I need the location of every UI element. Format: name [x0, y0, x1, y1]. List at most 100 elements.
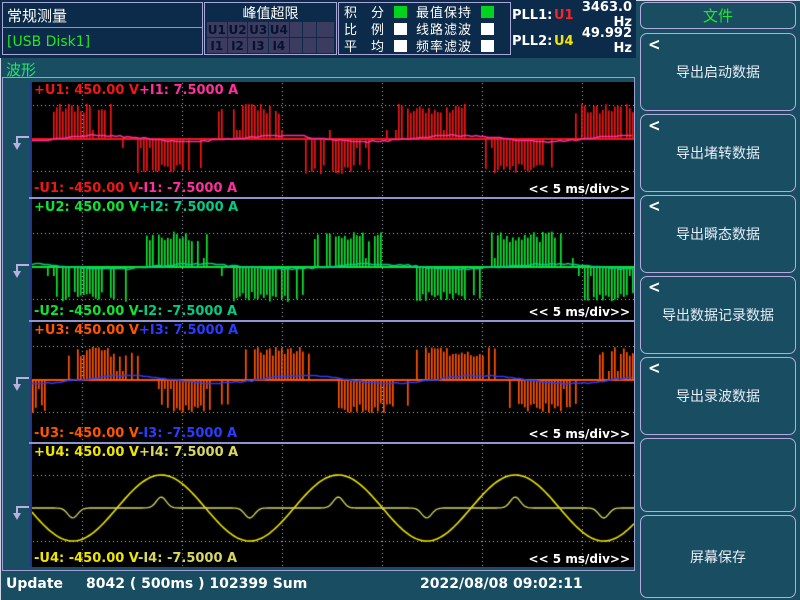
peak-cell-u2: U2: [228, 22, 248, 37]
average-checkbox[interactable]: [394, 40, 407, 52]
back-arrow-icon: <: [648, 115, 661, 136]
i1-plus-scale: +I1: 7.5000 A: [139, 83, 238, 98]
screen-save-button[interactable]: 屏幕保存: [640, 515, 796, 598]
i2-plus-scale: +I2: 7.5000 A: [139, 200, 238, 215]
back-arrow-icon: <: [648, 196, 661, 217]
channel-4-waveform-canvas: [32, 444, 634, 567]
peak-cell-i1: I1: [207, 38, 227, 53]
i3-minus-scale: -I3: -7.5000 A: [138, 426, 237, 441]
pll1-label: PLL1:: [512, 8, 554, 23]
measure-mode-panel: 常规测量 [USB Disk1]: [2, 2, 203, 55]
peak-cell-empty: [290, 38, 303, 53]
peak-current-row: I1 I2 I3 I4: [207, 38, 334, 53]
peak-cell-u4: U4: [269, 22, 289, 37]
channel-1-zero-marker-icon: [8, 135, 30, 152]
peak-cell-u1: U1: [207, 22, 227, 37]
waveform-channel-1: +U1: 450.00 V+I1: 7.5000 A -U1: -450.00 …: [30, 82, 634, 197]
waveform-channel-4: +U4: 450.00 V+I4: 7.5000 A -U4: -450.00 …: [30, 444, 634, 567]
i4-minus-scale: -I4: -7.5000 A: [138, 551, 237, 566]
u1-minus-scale: -U1: -450.00 V: [34, 181, 138, 196]
measure-options-panel: 积 分 最值保持 比 例 线路滤波 平 均 频率滤波: [338, 2, 511, 55]
max-hold-checkbox[interactable]: [481, 6, 494, 18]
pll1-row: PLL1: U1 3463.0 Hz: [512, 2, 634, 28]
toggle-row-2: 比 例 线路滤波: [339, 20, 510, 37]
pll2-source: U4: [554, 34, 580, 49]
channel-3-timebase: << 5 ms/div>>: [529, 427, 630, 441]
export-startup-data-button[interactable]: < 导出启动数据: [640, 33, 796, 111]
export-waveform-record-button[interactable]: < 导出录波数据: [640, 357, 796, 435]
status-bar: Update 8042 ( 500ms ) 102399 Sum 2022/08…: [0, 576, 636, 600]
peak-over-limit-title: 峰值超限: [205, 3, 336, 21]
i2-minus-scale: -I2: -7.5000 A: [138, 304, 237, 319]
update-count: 8042 ( 500ms ) 102399 Sum: [86, 576, 307, 592]
peak-cell-i3: I3: [248, 38, 268, 53]
peak-voltage-row: U1 U2 U3 U4: [207, 22, 334, 37]
channel-1-timebase: << 5 ms/div>>: [529, 182, 630, 196]
top-bar: 常规测量 [USB Disk1] 峰值超限 U1 U2 U3 U4 I1 I2 …: [0, 0, 636, 58]
u2-plus-scale: +U2: 450.00 V: [34, 200, 139, 215]
channel-1-bottom-scale: -U1: -450.00 V-I1: -7.5000 A: [34, 181, 237, 196]
channel-3-waveform-canvas: [32, 322, 634, 442]
toggle-average-char1: 平: [344, 36, 360, 55]
u1-plus-scale: +U1: 450.00 V: [34, 83, 139, 98]
button-label: 导出启动数据: [676, 62, 760, 82]
pll-panel: PLL1: U1 3463.0 Hz PLL2: U4 49.992 Hz: [512, 2, 634, 55]
pll2-label: PLL2:: [512, 34, 554, 49]
peak-cell-i4: I4: [269, 38, 289, 53]
channel-4-zero-marker-icon: [8, 505, 30, 522]
u3-minus-scale: -U3: -450.00 V: [34, 426, 138, 441]
button-label: 屏幕保存: [690, 547, 746, 567]
update-label: Update: [6, 576, 63, 592]
mode-title: 常规测量: [3, 3, 202, 28]
channel-2-bottom-scale: -U2: -450.00 V-I2: -7.5000 A: [34, 304, 237, 319]
u2-minus-scale: -U2: -450.00 V: [34, 304, 138, 319]
back-arrow-icon: <: [648, 34, 661, 55]
button-label: 导出瞬态数据: [676, 224, 760, 244]
channel-4-top-scale: +U4: 450.00 V+I4: 7.5000 A: [34, 445, 238, 460]
datetime: 2022/08/08 09:02:11: [420, 576, 583, 592]
peak-cell-u3: U3: [248, 22, 268, 37]
button-label: 导出录波数据: [676, 386, 760, 406]
export-transient-data-button[interactable]: < 导出瞬态数据: [640, 195, 796, 273]
channel-3-bottom-scale: -U3: -450.00 V-I3: -7.5000 A: [34, 426, 237, 441]
back-arrow-icon: <: [648, 358, 661, 379]
export-locked-rotor-data-button[interactable]: < 导出堵转数据: [640, 114, 796, 192]
u4-plus-scale: +U4: 450.00 V: [34, 445, 139, 460]
peak-cell-i2: I2: [228, 38, 248, 53]
u4-minus-scale: -U4: -450.00 V: [34, 551, 138, 566]
menu-title-file: 文件: [640, 2, 796, 29]
i1-minus-scale: -I1: -7.5000 A: [138, 181, 237, 196]
waveform-channel-3: +U3: 450.00 V+I3: 7.5000 A -U3: -450.00 …: [30, 322, 634, 442]
pll1-source: U1: [554, 8, 580, 23]
empty-menu-button[interactable]: [640, 438, 796, 512]
waveform-panel: +U1: 450.00 V+I1: 7.5000 A -U1: -450.00 …: [2, 77, 635, 571]
peak-cell-empty: [303, 22, 316, 37]
toggle-row-1: 积 分 最值保持: [339, 3, 510, 20]
channel-4-timebase: << 5 ms/div>>: [529, 552, 630, 566]
freq-filter-checkbox[interactable]: [481, 40, 494, 52]
integral-checkbox[interactable]: [394, 6, 407, 18]
peak-cell-empty: [290, 22, 303, 37]
button-label: 导出堵转数据: [676, 143, 760, 163]
channel-2-top-scale: +U2: 450.00 V+I2: 7.5000 A: [34, 200, 238, 215]
line-filter-checkbox[interactable]: [481, 23, 494, 35]
power-analyzer-screen: 常规测量 [USB Disk1] 峰值超限 U1 U2 U3 U4 I1 I2 …: [0, 0, 800, 600]
channel-1-top-scale: +U1: 450.00 V+I1: 7.5000 A: [34, 83, 238, 98]
export-data-record-button[interactable]: < 导出数据记录数据: [640, 276, 796, 354]
pll2-row: PLL2: U4 49.992 Hz: [512, 28, 634, 54]
channel-3-top-scale: +U3: 450.00 V+I3: 7.5000 A: [34, 323, 238, 338]
peak-cell-empty: [317, 22, 334, 37]
channel-2-zero-marker-icon: [8, 263, 30, 280]
button-label: 导出数据记录数据: [662, 305, 774, 325]
ratio-checkbox[interactable]: [394, 23, 407, 35]
usb-disk-status: [USB Disk1]: [3, 28, 202, 50]
peak-cell-empty: [303, 38, 316, 53]
back-arrow-icon: <: [648, 277, 661, 298]
i4-plus-scale: +I4: 7.5000 A: [139, 445, 238, 460]
waveform-channel-2: +U2: 450.00 V+I2: 7.5000 A -U2: -450.00 …: [30, 199, 634, 320]
pll2-frequency: 49.992 Hz: [580, 26, 634, 56]
channel-2-waveform-canvas: [32, 199, 634, 320]
toggle-row-3: 平 均 频率滤波: [339, 37, 510, 54]
peak-over-limit-panel: 峰值超限 U1 U2 U3 U4 I1 I2 I3 I4: [204, 2, 337, 55]
toggle-freq-filter-label: 频率滤波: [416, 36, 474, 55]
